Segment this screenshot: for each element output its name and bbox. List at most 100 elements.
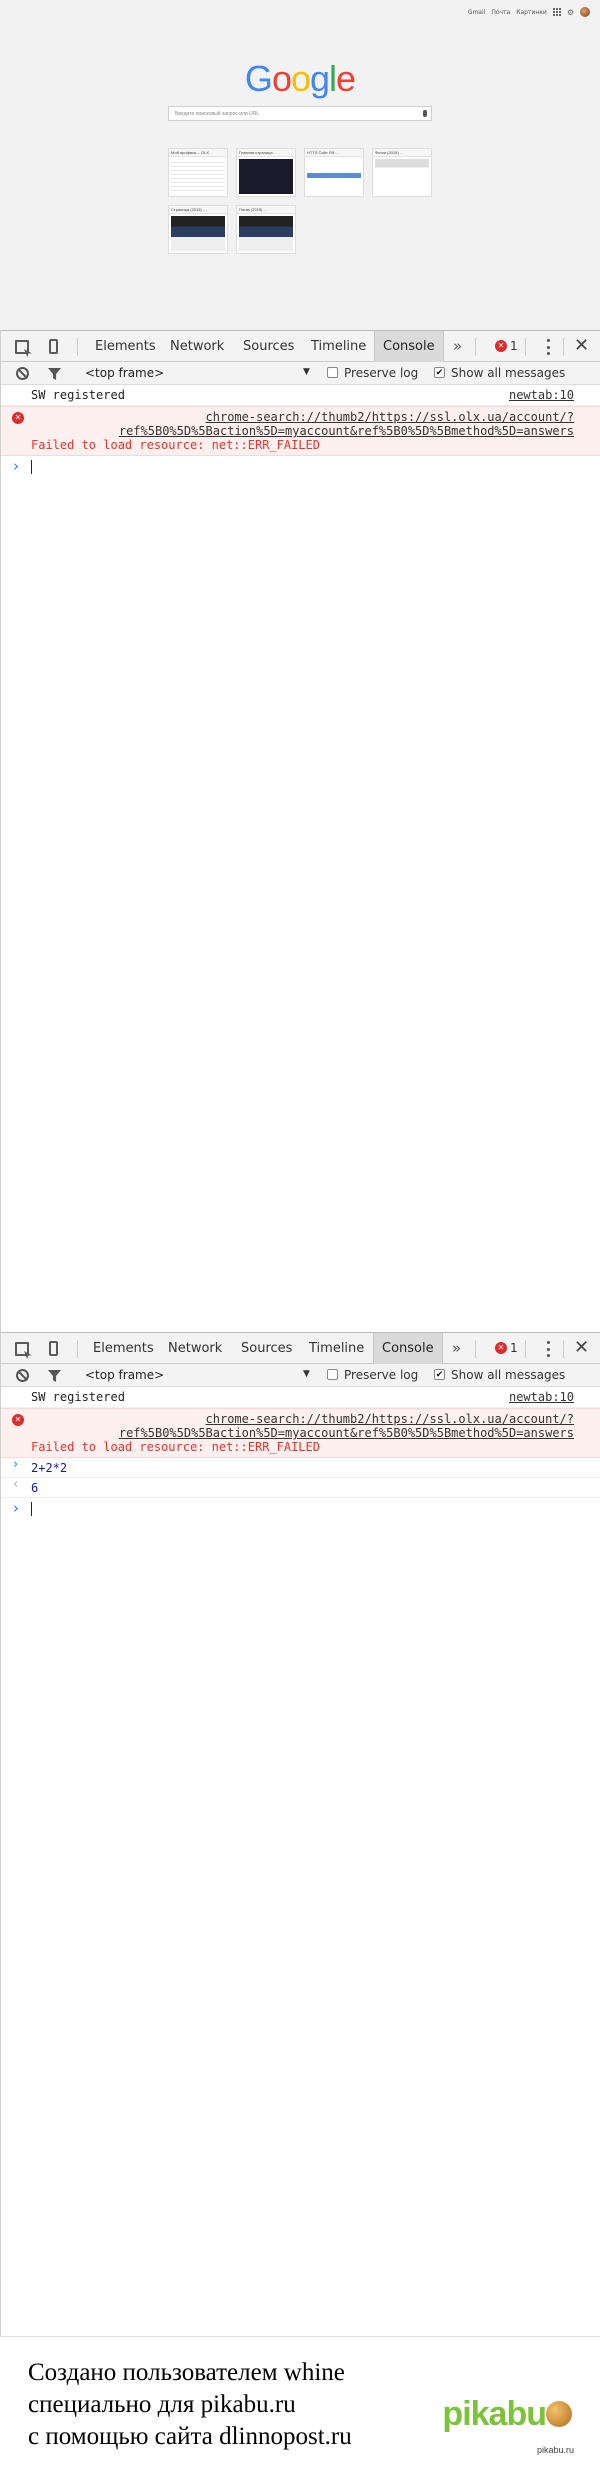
new-tab-page: Gmail Почта Картинки ⚙ Google Введите по… bbox=[0, 0, 600, 330]
images-link[interactable]: Картинки bbox=[516, 9, 547, 16]
avatar[interactable] bbox=[580, 7, 590, 17]
tab-console[interactable]: Console bbox=[373, 1333, 443, 1364]
most-visited-tile[interactable]: Фотки (2015) … bbox=[372, 148, 432, 197]
tile-title: Пятак (2015) … bbox=[237, 206, 295, 214]
error-icon: ✕ bbox=[495, 1342, 507, 1354]
inspect-element-icon[interactable] bbox=[15, 340, 29, 354]
tab-timeline[interactable]: Timeline bbox=[311, 331, 366, 362]
microphone-icon[interactable] bbox=[423, 110, 427, 117]
tile-thumbnail bbox=[239, 216, 293, 251]
devtools-panel: Elements Network Sources Timeline Consol… bbox=[0, 1332, 600, 2336]
tile-thumbnail bbox=[239, 159, 293, 194]
toolbar-divider bbox=[77, 1340, 78, 1358]
error-url-link[interactable]: chrome-search://thumb2/https://ssl.olx.u… bbox=[31, 1412, 600, 1426]
filter-icon[interactable] bbox=[48, 1370, 61, 1382]
preserve-log-label: Preserve log bbox=[344, 1368, 419, 1382]
most-visited-tile[interactable]: Главная страница bbox=[236, 148, 296, 197]
clear-console-icon[interactable] bbox=[16, 1369, 29, 1382]
console-prompt[interactable]: › bbox=[1, 1498, 600, 1520]
frame-select[interactable]: <top frame> bbox=[85, 366, 164, 380]
close-devtools-icon[interactable]: ✕ bbox=[574, 1337, 589, 1358]
preserve-log-checkbox[interactable] bbox=[327, 1369, 338, 1380]
tab-elements[interactable]: Elements bbox=[93, 1333, 154, 1364]
toolbar-divider bbox=[563, 1340, 564, 1358]
error-url-link[interactable]: ref%5B0%5D%5Baction%5D=myaccount&ref%5B0… bbox=[31, 424, 600, 438]
gmail-link[interactable]: Gmail bbox=[468, 9, 486, 16]
footer-credit: Создано пользователем whine специально д… bbox=[28, 2357, 352, 2453]
tile-title: HTTS Сайт ЛФ… bbox=[305, 149, 363, 157]
pikabu-footer: Создано пользователем whine специально д… bbox=[0, 2336, 600, 2467]
console-prompt[interactable]: › bbox=[1, 456, 600, 478]
error-counter[interactable]: ✕ 1 bbox=[495, 1341, 518, 1355]
devtools-toolbar: Elements Network Sources Timeline Consol… bbox=[1, 1332, 600, 1364]
clear-console-icon[interactable] bbox=[16, 367, 29, 380]
device-mode-icon[interactable] bbox=[49, 1341, 58, 1356]
message-source-link[interactable]: newtab:10 bbox=[509, 388, 574, 402]
console-output: SW registered newtab:10 ✕ chrome-search:… bbox=[1, 1387, 600, 1520]
show-all-messages-label: Show all messages bbox=[451, 1368, 566, 1382]
notifications-icon[interactable]: ⚙ bbox=[567, 8, 574, 17]
message-source-link[interactable]: newtab:10 bbox=[509, 1390, 574, 1404]
more-tabs-icon[interactable]: » bbox=[453, 331, 462, 362]
text-caret bbox=[31, 460, 32, 474]
more-tabs-icon[interactable]: » bbox=[452, 1333, 461, 1364]
show-all-messages-label: Show all messages bbox=[451, 366, 566, 380]
input-chevron-icon: › bbox=[13, 1457, 19, 1472]
error-text: Failed to load resource: net::ERR_FAILED bbox=[31, 1440, 320, 1454]
error-icon: ✕ bbox=[12, 1414, 24, 1426]
close-devtools-icon[interactable]: ✕ bbox=[574, 335, 589, 356]
more-options-icon[interactable] bbox=[546, 339, 550, 355]
apps-grid-icon[interactable] bbox=[552, 8, 561, 16]
console-filter-bar: <top frame> ▼ Preserve log ✔ Show all me… bbox=[1, 362, 600, 385]
toolbar-divider bbox=[77, 338, 78, 356]
frame-dropdown-icon[interactable]: ▼ bbox=[303, 367, 310, 377]
error-counter[interactable]: ✕ 1 bbox=[495, 339, 518, 353]
toolbar-divider bbox=[525, 338, 526, 356]
pikabu-logo: pikabu bbox=[442, 2395, 572, 2434]
error-url-link[interactable]: chrome-search://thumb2/https://ssl.olx.u… bbox=[31, 410, 600, 424]
preserve-log-checkbox[interactable] bbox=[327, 367, 338, 378]
prompt-chevron-icon: › bbox=[13, 457, 19, 475]
search-input[interactable]: Введите поисковый запрос или URL bbox=[168, 106, 432, 121]
tile-title: Мой профиль – OLX bbox=[169, 149, 227, 157]
text-caret bbox=[31, 1502, 32, 1516]
frame-select[interactable]: <top frame> bbox=[85, 1368, 164, 1382]
tab-console[interactable]: Console bbox=[374, 331, 444, 362]
device-mode-icon[interactable] bbox=[49, 339, 58, 354]
result-chevron-icon: ‹ bbox=[13, 1477, 19, 1492]
most-visited-tile[interactable]: HTTS Сайт ЛФ… bbox=[304, 148, 364, 197]
toolbar-divider bbox=[563, 338, 564, 356]
tab-sources[interactable]: Sources bbox=[243, 331, 294, 362]
console-error: ✕ chrome-search://thumb2/https://ssl.olx… bbox=[1, 406, 600, 456]
pikabu-logo-text: pikabu bbox=[442, 2395, 547, 2433]
error-count: 1 bbox=[510, 1341, 518, 1355]
tile-title: Страница (2015) … bbox=[169, 206, 227, 214]
pikabu-domain: pikabu.ru bbox=[536, 2445, 574, 2455]
show-all-messages-checkbox[interactable]: ✔ bbox=[434, 367, 445, 378]
more-options-icon[interactable] bbox=[546, 1341, 550, 1357]
most-visited-tile[interactable]: Мой профиль – OLX bbox=[168, 148, 228, 197]
tab-timeline[interactable]: Timeline bbox=[309, 1333, 364, 1364]
console-input-entry: › 2+2*2 bbox=[1, 1457, 600, 1478]
footer-line-site: специально для pikabu.ru bbox=[28, 2391, 296, 2418]
mail-link[interactable]: Почта bbox=[491, 9, 510, 16]
tab-network[interactable]: Network bbox=[170, 331, 224, 362]
show-all-messages-checkbox[interactable]: ✔ bbox=[434, 1369, 445, 1380]
devtools-toolbar: Elements Network Sources Timeline Consol… bbox=[1, 330, 600, 362]
tab-elements[interactable]: Elements bbox=[95, 331, 156, 362]
message-text: SW registered bbox=[31, 1390, 125, 1404]
inspect-element-icon[interactable] bbox=[15, 1342, 29, 1356]
most-visited-tile[interactable]: Пятак (2015) … bbox=[236, 205, 296, 254]
tile-title: Главная страница bbox=[237, 149, 295, 157]
filter-icon[interactable] bbox=[48, 368, 61, 380]
tile-thumbnail bbox=[375, 159, 429, 194]
toolbar-divider bbox=[525, 1340, 526, 1358]
prompt-chevron-icon: › bbox=[13, 1499, 19, 1517]
console-result-entry: ‹ 6 bbox=[1, 1477, 600, 1498]
error-url-link[interactable]: ref%5B0%5D%5Baction%5D=myaccount&ref%5B0… bbox=[31, 1426, 600, 1440]
most-visited-tile[interactable]: Страница (2015) … bbox=[168, 205, 228, 254]
error-count: 1 bbox=[510, 339, 518, 353]
tab-sources[interactable]: Sources bbox=[241, 1333, 292, 1364]
tab-network[interactable]: Network bbox=[168, 1333, 222, 1364]
frame-dropdown-icon[interactable]: ▼ bbox=[303, 1369, 310, 1379]
